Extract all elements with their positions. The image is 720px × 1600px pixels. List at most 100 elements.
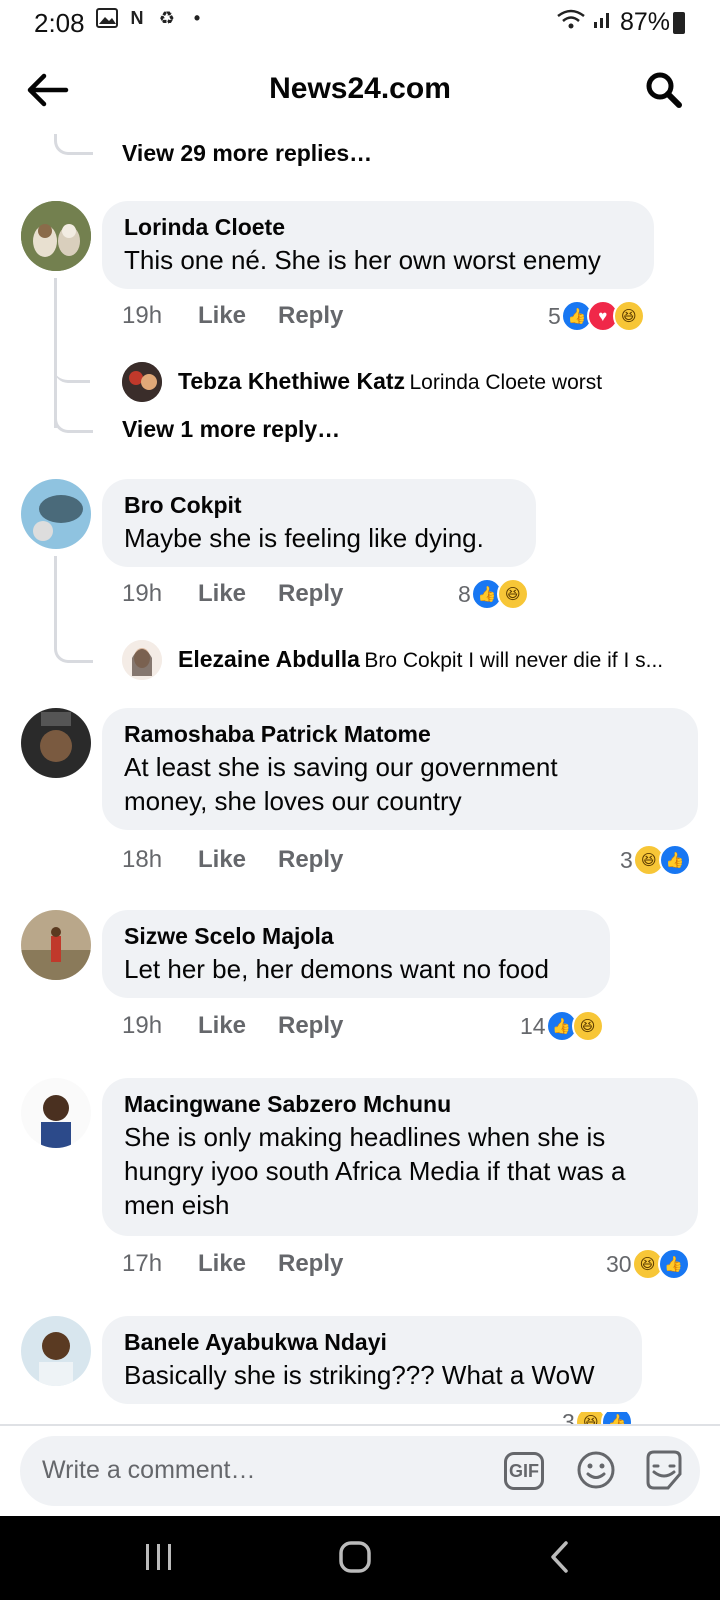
sticker-icon[interactable]: [642, 1448, 686, 1492]
like-button[interactable]: Like: [198, 580, 278, 608]
comment-bubble[interactable]: Bro Cokpit Maybe she is feeling like dyi…: [102, 479, 536, 567]
reply-author[interactable]: Tebza Khethiwe Katz: [178, 368, 405, 394]
cutoff-row: 3 😆 👍: [0, 1412, 720, 1424]
comment-bubble[interactable]: Sizwe Scelo Majola Let her be, her demon…: [102, 910, 610, 998]
reaction-summary[interactable]: 3 😆 👍: [620, 844, 691, 876]
comment-actions: 19h Like Reply: [122, 580, 343, 608]
haha-reaction-icon: 😆: [571, 1010, 604, 1042]
reaction-summary[interactable]: 30 😆 👍: [606, 1248, 690, 1280]
comment-time: 17h: [122, 1250, 163, 1277]
more-notifications-dot-icon: •: [193, 7, 201, 28]
like-button[interactable]: Like: [198, 846, 278, 874]
page-title: News24.com: [269, 72, 451, 105]
avatar[interactable]: [21, 201, 91, 271]
avatar[interactable]: [122, 640, 162, 680]
reply-preview[interactable]: Tebza Khethiwe Katz Lorinda Cloete worst: [178, 368, 602, 395]
comment-time: 18h: [122, 846, 163, 873]
view-more-replies-link[interactable]: View 29 more replies…: [122, 140, 372, 167]
comment-bubble[interactable]: Banele Ayabukwa Ndayi Basically she is s…: [102, 1316, 642, 1404]
comment-actions: 19h Like Reply: [122, 1012, 343, 1040]
reaction-count: 14: [520, 1012, 546, 1039]
comment-text-line: At least she is saving our government: [124, 752, 558, 782]
like-reaction-icon: 👍: [657, 1248, 690, 1280]
system-nav-bar: [0, 1516, 720, 1600]
comment-text-line: men eish: [124, 1190, 230, 1220]
reaction-count: 3: [562, 1412, 575, 1424]
search-icon[interactable]: [644, 70, 684, 110]
gallery-icon: [96, 8, 118, 28]
like-reaction-icon: 👍: [600, 1412, 633, 1424]
status-time: 2:08: [34, 8, 85, 38]
comment-text: Maybe she is feeling like dying.: [124, 523, 484, 553]
battery-icon: [673, 12, 685, 34]
nav-back-icon[interactable]: [548, 1540, 570, 1579]
comment-author[interactable]: Lorinda Cloete: [124, 211, 632, 243]
haha-reaction-icon: 😆: [612, 300, 645, 332]
avatar[interactable]: [21, 1316, 91, 1386]
reply-author[interactable]: Elezaine Abdulla: [178, 646, 360, 672]
status-right: 87%: [556, 8, 670, 37]
comment-time: 19h: [122, 580, 163, 607]
recent-apps-icon[interactable]: [144, 1542, 174, 1577]
like-button[interactable]: Like: [198, 302, 278, 330]
thread-connector: [54, 636, 93, 663]
comment-author[interactable]: Banele Ayabukwa Ndayi: [124, 1326, 620, 1358]
thread-line: [54, 556, 57, 640]
reply-button[interactable]: Reply: [278, 846, 343, 874]
home-icon[interactable]: [338, 1540, 372, 1579]
comment-bubble[interactable]: Lorinda Cloete This one né. She is her o…: [102, 201, 654, 289]
comment-input-placeholder[interactable]: Write a comment…: [42, 1456, 255, 1485]
comment-author[interactable]: Bro Cokpit: [124, 489, 514, 521]
like-button[interactable]: Like: [198, 1250, 278, 1278]
comment-time: 19h: [122, 302, 163, 329]
reaction-summary[interactable]: 14 👍 😆: [520, 1010, 604, 1042]
emoji-icon[interactable]: [576, 1450, 616, 1490]
reply-text: Bro Cokpit I will never die if I s...: [364, 649, 664, 672]
comment-time: 19h: [122, 1012, 163, 1039]
view-more-replies-link[interactable]: View 1 more reply…: [122, 416, 340, 443]
news-app-icon: N: [130, 7, 144, 28]
gif-icon[interactable]: GIF: [504, 1452, 544, 1490]
reply-button[interactable]: Reply: [278, 1012, 343, 1040]
comment-author[interactable]: Macingwane Sabzero Mchunu: [124, 1088, 676, 1120]
reaction-summary[interactable]: 8 👍 😆: [458, 578, 529, 610]
reaction-count: 5: [548, 302, 561, 329]
haha-reaction-icon: 😆: [496, 578, 529, 610]
comment-text: Basically she is striking??? What a WoW: [124, 1360, 595, 1390]
avatar[interactable]: [21, 910, 91, 980]
signal-icon: [592, 8, 614, 37]
reaction-count: 3: [620, 846, 633, 873]
reply-button[interactable]: Reply: [278, 580, 343, 608]
reaction-count: 8: [458, 580, 471, 607]
comment-author[interactable]: Ramoshaba Patrick Matome: [124, 718, 676, 750]
reply-preview[interactable]: Elezaine Abdulla Bro Cokpit I will never…: [178, 646, 663, 673]
comment-bubble[interactable]: Ramoshaba Patrick Matome At least she is…: [102, 708, 698, 830]
reply-text: Lorinda Cloete worst: [409, 371, 603, 394]
thread-connector: [54, 360, 90, 383]
reply-button[interactable]: Reply: [278, 302, 343, 330]
avatar[interactable]: [122, 362, 162, 402]
thread-line: [54, 278, 57, 428]
avatar[interactable]: [21, 479, 91, 549]
reaction-summary[interactable]: 5 👍 ♥ 😆: [548, 300, 645, 332]
comment-actions: 19h Like Reply: [122, 302, 343, 330]
avatar[interactable]: [21, 708, 91, 778]
comment-text-line: She is only making headlines when she is: [124, 1122, 606, 1152]
comment-actions: 18h Like Reply: [122, 846, 343, 874]
comment-actions: 17h Like Reply: [122, 1250, 343, 1278]
divider: [0, 1424, 720, 1426]
reaction-summary[interactable]: 3 😆 👍: [562, 1412, 633, 1424]
reply-button[interactable]: Reply: [278, 1250, 343, 1278]
comment-bubble[interactable]: Macingwane Sabzero Mchunu She is only ma…: [102, 1078, 698, 1236]
comment-author[interactable]: Sizwe Scelo Majola: [124, 920, 588, 952]
like-button[interactable]: Like: [198, 1012, 278, 1040]
like-reaction-icon: 👍: [658, 844, 691, 876]
sync-icon: ♻: [158, 7, 176, 28]
notification-icons: N ♻ •: [96, 8, 208, 28]
comment-text: This one né. She is her own worst enemy: [124, 245, 601, 275]
comment-text: Let her be, her demons want no food: [124, 954, 549, 984]
avatar[interactable]: [21, 1078, 91, 1148]
battery-percent: 87%: [619, 8, 670, 36]
comment-text-line: hungry iyoo south Africa Media if that w…: [124, 1156, 626, 1186]
comment-text-line: money, she loves our country: [124, 786, 462, 816]
